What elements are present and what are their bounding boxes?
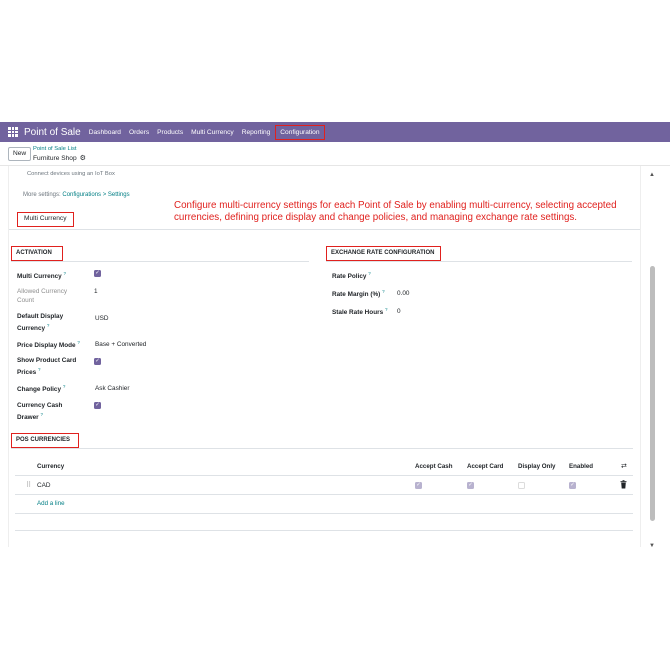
nav-item-multi-currency[interactable]: Multi Currency: [191, 129, 234, 136]
breadcrumb[interactable]: Point of Sale List: [33, 146, 77, 152]
help-icon[interactable]: ?: [38, 367, 41, 372]
record-title-text: Furniture Shop: [33, 154, 77, 162]
table-header-divider: [15, 475, 633, 476]
scrollbar[interactable]: ▲ ▼: [647, 166, 657, 549]
activation-section-title: ACTIVATION: [11, 246, 63, 261]
form-content: Connect devices using an IoT Box More se…: [8, 166, 641, 547]
nav-item-reporting[interactable]: Reporting: [242, 129, 271, 136]
tab-multi-currency[interactable]: Multi Currency: [17, 212, 74, 227]
default-display-currency-field[interactable]: USD: [95, 314, 109, 323]
scroll-down-arrow-icon[interactable]: ▼: [649, 543, 655, 549]
help-icon[interactable]: ?: [64, 271, 67, 276]
currency-cash-drawer-label: Currency Cash Drawer ?: [17, 402, 63, 422]
table-bottom-divider: [15, 513, 633, 514]
allowed-currency-count-label: Allowed Currency Count: [17, 288, 68, 304]
rate-margin-label: Rate Margin (%) ?: [332, 289, 385, 299]
more-settings: More settings: Configurations > Settings: [23, 192, 130, 198]
help-icon[interactable]: ?: [385, 307, 388, 312]
column-header-accept-cash[interactable]: Accept Cash: [415, 463, 452, 470]
gear-icon[interactable]: ⚙: [80, 154, 86, 162]
activation-divider: [11, 261, 309, 262]
help-icon[interactable]: ?: [40, 412, 43, 417]
tab-divider: [9, 229, 640, 230]
scroll-up-arrow-icon[interactable]: ▲: [649, 172, 655, 178]
multi-currency-checkbox[interactable]: ✓: [94, 270, 101, 277]
table-row-divider: [15, 494, 633, 495]
change-policy-label: Change Policy ?: [17, 384, 66, 394]
column-header-enabled[interactable]: Enabled: [569, 463, 593, 470]
help-icon[interactable]: ?: [382, 289, 385, 294]
pos-currencies-divider: [11, 448, 633, 449]
default-display-currency-label: Default Display Currency ?: [17, 313, 64, 333]
apps-menu-icon[interactable]: [8, 127, 18, 137]
exchange-rate-section-title: EXCHANGE RATE CONFIGURATION: [326, 246, 441, 261]
nav-item-dashboard[interactable]: Dashboard: [89, 129, 121, 136]
show-product-card-prices-label: Show Product Card Prices ?: [17, 357, 77, 377]
rate-policy-label: Rate Policy ?: [332, 271, 371, 281]
stale-rate-hours-field[interactable]: 0: [397, 307, 401, 316]
control-bar: New Point of Sale List Furniture Shop ⚙: [0, 142, 670, 166]
instruction-text: Configure multi-currency settings for ea…: [174, 200, 617, 223]
exchange-rate-divider: [326, 261, 632, 262]
change-policy-field[interactable]: Ask Cashier: [95, 384, 129, 393]
scrollbar-thumb[interactable]: [650, 266, 655, 521]
nav-item-orders[interactable]: Orders: [129, 129, 149, 136]
column-header-display-only[interactable]: Display Only: [518, 463, 555, 470]
help-icon[interactable]: ?: [77, 340, 80, 345]
top-navbar: Point of Sale Dashboard Orders Products …: [0, 122, 670, 142]
row-currency-value[interactable]: CAD: [37, 481, 51, 490]
help-icon[interactable]: ?: [368, 271, 371, 276]
rate-margin-field[interactable]: 0.00: [397, 289, 409, 298]
row-enabled-checkbox[interactable]: ✓: [569, 482, 576, 489]
price-display-mode-field[interactable]: Base + Converted: [95, 340, 146, 349]
row-accept-card-checkbox[interactable]: ✓: [467, 482, 474, 489]
row-accept-cash-checkbox[interactable]: ✓: [415, 482, 422, 489]
column-settings-icon[interactable]: ⇄: [621, 462, 627, 470]
multi-currency-label: Multi Currency ?: [17, 271, 67, 281]
pos-currencies-section-title: POS CURRENCIES: [11, 433, 79, 448]
currency-cash-drawer-checkbox[interactable]: ✓: [94, 402, 101, 409]
page: Point of Sale Dashboard Orders Products …: [0, 0, 670, 670]
nav-item-configuration[interactable]: Configuration: [275, 124, 325, 140]
app-brand[interactable]: Point of Sale: [24, 127, 81, 138]
iot-box-text: Connect devices using an IoT Box: [27, 171, 115, 177]
price-display-mode-label: Price Display Mode ?: [17, 340, 80, 350]
show-product-card-prices-checkbox[interactable]: ✓: [94, 358, 101, 365]
new-button[interactable]: New: [8, 147, 32, 161]
more-settings-link[interactable]: Configurations > Settings: [62, 192, 129, 198]
nav-item-products[interactable]: Products: [157, 129, 183, 136]
record-title: Furniture Shop ⚙: [33, 154, 86, 163]
column-header-accept-card[interactable]: Accept Card: [467, 463, 503, 470]
stale-rate-hours-label: Stale Rate Hours ?: [332, 307, 388, 317]
more-settings-prefix: More settings:: [23, 192, 63, 198]
row-display-only-checkbox[interactable]: [518, 482, 525, 489]
table-footer-divider: [15, 530, 633, 531]
add-line-link[interactable]: Add a line: [37, 500, 65, 507]
trash-icon[interactable]: [620, 480, 627, 489]
drag-handle-icon[interactable]: ⠿: [26, 481, 31, 489]
help-icon[interactable]: ?: [47, 323, 50, 328]
allowed-currency-count-value: 1: [94, 288, 98, 295]
help-icon[interactable]: ?: [63, 384, 66, 389]
column-header-currency[interactable]: Currency: [37, 463, 64, 470]
